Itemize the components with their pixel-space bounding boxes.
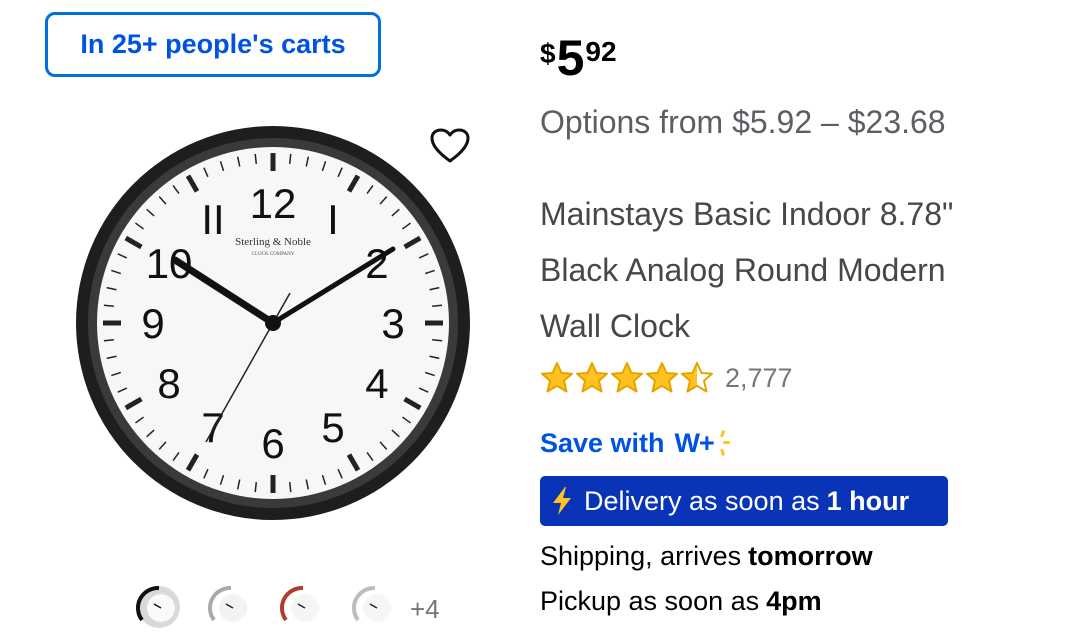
shipping-info: Shipping, arrives tomorrow <box>540 541 873 572</box>
product-title-line: Wall Clock <box>540 308 690 344</box>
save-with-label: Save with <box>540 427 665 458</box>
delivery-banner: Delivery as soon as 1 hour <box>540 476 948 526</box>
svg-text:5: 5 <box>321 404 344 451</box>
thumbnail-strip: +4 <box>130 580 460 633</box>
thumbnail-black[interactable] <box>136 584 182 630</box>
svg-text:8: 8 <box>157 360 180 407</box>
pickup-info: Pickup as soon as 4pm <box>540 586 822 617</box>
walmart-plus-logo: W+ <box>675 428 730 459</box>
clock-brand-sub: CLOCK COMPANY <box>252 252 295 257</box>
svg-text:6: 6 <box>261 420 284 467</box>
delivery-prefix: Delivery as soon as <box>584 485 820 516</box>
price-currency: $ <box>540 38 556 69</box>
star-rating <box>540 361 715 395</box>
star-icon <box>646 362 678 393</box>
pickup-prefix: Pickup as soon as <box>540 586 760 616</box>
rating-summary[interactable]: 2,777 <box>540 360 793 396</box>
price-whole: 5 <box>556 30 585 86</box>
svg-text:II: II <box>201 196 224 243</box>
shipping-when: tomorrow <box>748 541 873 571</box>
thumbnail-red[interactable] <box>280 584 326 630</box>
heart-outline-icon <box>430 128 470 163</box>
svg-text:4: 4 <box>365 360 388 407</box>
svg-text:9: 9 <box>141 300 164 347</box>
more-thumbnails-count[interactable]: +4 <box>410 594 440 625</box>
carts-badge: In 25+ people's carts <box>45 12 381 77</box>
product-title[interactable]: Mainstays Basic Indoor 8.78" Black Analo… <box>540 186 1030 354</box>
carts-badge-text: In 25+ people's carts <box>80 29 346 59</box>
product-title-line: Black Analog Round Modern <box>540 252 946 288</box>
star-icon <box>681 362 713 393</box>
thumbnail-silver[interactable] <box>352 584 398 630</box>
review-count[interactable]: 2,777 <box>725 363 793 394</box>
star-icon <box>611 362 643 393</box>
save-with-walmart-plus[interactable]: Save with W+ <box>540 422 730 464</box>
pickup-when: 4pm <box>766 586 822 616</box>
product-image[interactable]: 12 I 2 3 4 5 6 7 8 9 10 II Sterling & Noble CLOCK C… <box>75 121 475 525</box>
product-price: $ 5 92 <box>540 30 617 90</box>
svg-text:3: 3 <box>381 300 404 347</box>
walmart-plus-text: W+ <box>674 427 715 458</box>
svg-text:7: 7 <box>201 404 224 451</box>
delivery-time: 1 hour <box>826 485 910 516</box>
price-options-range: Options from $5.92 – $23.68 <box>540 104 946 140</box>
star-icon <box>576 362 608 393</box>
svg-text:12: 12 <box>250 180 297 227</box>
price-cents: 92 <box>585 36 617 67</box>
spark-icon <box>720 430 730 456</box>
favorite-button[interactable] <box>428 125 472 167</box>
clock-brand-text: Sterling & Noble <box>235 236 311 248</box>
lightning-bolt-icon <box>553 487 571 515</box>
svg-text:I: I <box>327 196 339 243</box>
thumbnail-white[interactable] <box>208 584 254 630</box>
star-icon <box>541 362 573 393</box>
shipping-prefix: Shipping, arrives <box>540 541 742 571</box>
product-title-line: Mainstays Basic Indoor 8.78" <box>540 196 954 232</box>
